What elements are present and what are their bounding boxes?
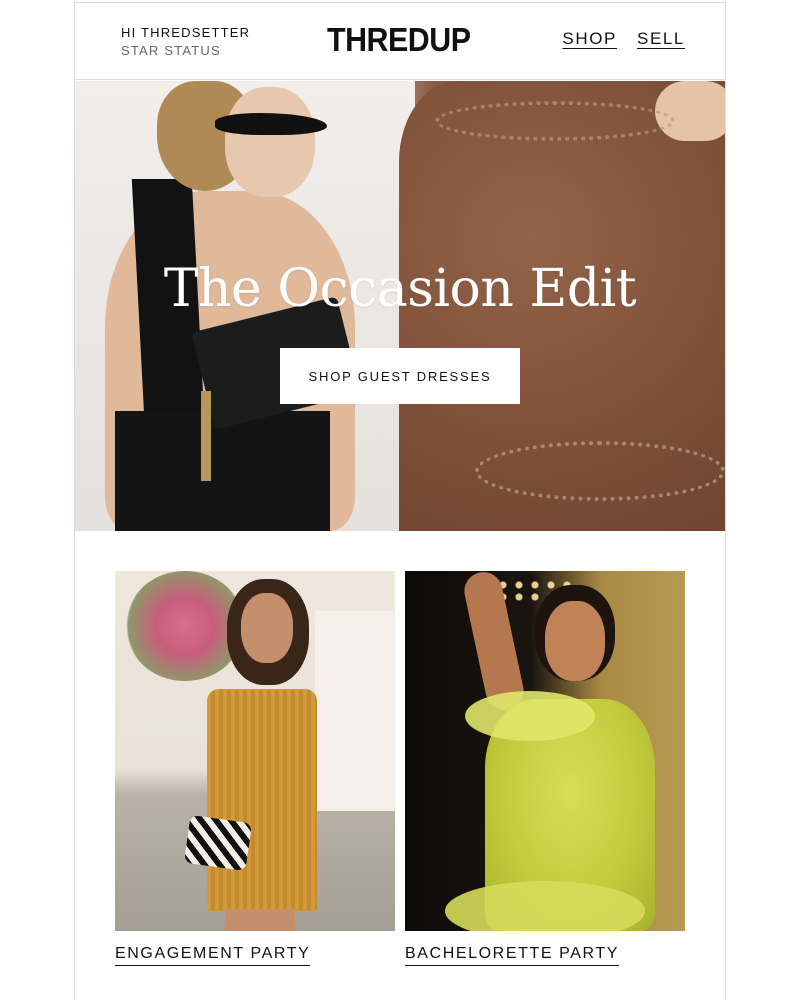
bachelorette-party-image[interactable] bbox=[405, 571, 685, 931]
hero-model-face bbox=[225, 87, 315, 197]
hero-model-arm bbox=[655, 81, 725, 141]
hero-lace-detail bbox=[435, 101, 675, 141]
zebra-clutch bbox=[183, 814, 253, 872]
shop-guest-dresses-button[interactable]: SHOP GUEST DRESSES bbox=[280, 348, 520, 404]
model-legs bbox=[225, 909, 295, 931]
feather-trim-top bbox=[465, 691, 595, 741]
model-face bbox=[241, 593, 293, 663]
tile-bachelorette-party[interactable]: BACHELORETTE PARTY bbox=[405, 571, 685, 966]
greeting-block: HI THREDSETTER STAR STATUS bbox=[121, 25, 250, 59]
thredup-logo[interactable]: THREDUP bbox=[327, 20, 471, 60]
email-container: HI THREDSETTER STAR STATUS THREDUP SHOP … bbox=[74, 2, 726, 1000]
header: HI THREDSETTER STAR STATUS THREDUP SHOP … bbox=[75, 3, 725, 80]
status-text: STAR STATUS bbox=[121, 43, 221, 58]
nav-sell-link[interactable]: SELL bbox=[637, 29, 685, 49]
hero-title: The Occasion Edit bbox=[163, 259, 637, 319]
engagement-party-link[interactable]: ENGAGEMENT PARTY bbox=[115, 945, 311, 966]
engagement-party-image[interactable] bbox=[115, 571, 395, 931]
hero-banner[interactable]: The Occasion Edit SHOP GUEST DRESSES bbox=[75, 81, 725, 531]
tile-engagement-party[interactable]: ENGAGEMENT PARTY bbox=[115, 571, 395, 966]
greeting-text: HI THREDSETTER bbox=[121, 25, 251, 40]
model-face bbox=[545, 601, 605, 681]
bachelorette-party-link[interactable]: BACHELORETTE PARTY bbox=[405, 945, 620, 966]
header-nav: SHOP SELL bbox=[562, 29, 685, 49]
category-tiles: ENGAGEMENT PARTY BACHELORETTE PARTY bbox=[115, 571, 685, 971]
hero-black-dress bbox=[115, 411, 330, 531]
hero-lace-hem bbox=[475, 441, 725, 501]
wall-decor bbox=[315, 611, 395, 811]
nav-shop-link[interactable]: SHOP bbox=[562, 29, 617, 49]
hero-tassel bbox=[201, 391, 211, 481]
mustard-pleated-dress bbox=[207, 689, 317, 911]
